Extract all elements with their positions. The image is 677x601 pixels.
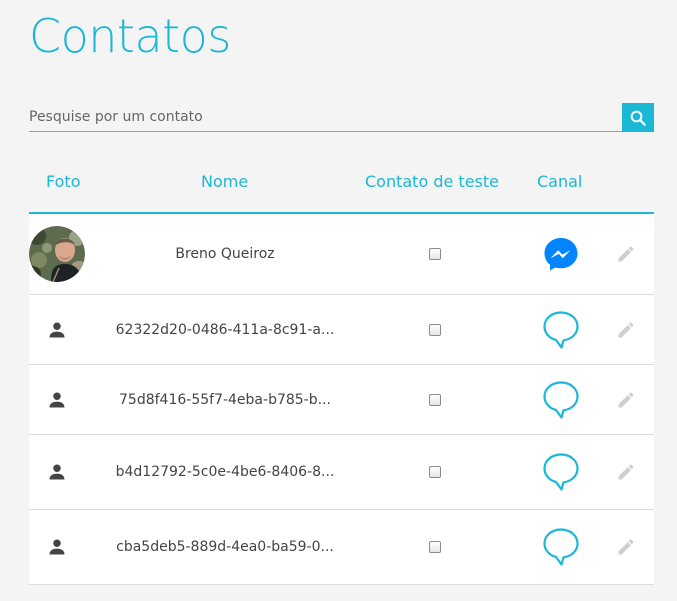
person-icon: [49, 392, 65, 407]
contact-name-cell: 62322d20-0486-411a-8c91-a...: [111, 295, 339, 364]
channel-cell: [541, 510, 581, 584]
chat-bubble-icon: [543, 528, 579, 566]
photo-cell: [29, 214, 85, 294]
test-contact-cell: [429, 365, 441, 434]
pencil-icon: [618, 464, 634, 480]
pencil-icon: [618, 391, 634, 407]
photo-cell: [29, 295, 85, 364]
edit-button[interactable]: [614, 365, 638, 434]
search-icon: [630, 110, 646, 126]
edit-button[interactable]: [614, 510, 638, 584]
table-header: Foto Nome Contato de teste Canal: [29, 160, 654, 214]
channel-cell: [541, 295, 581, 364]
photo-cell: [29, 510, 85, 584]
column-header-test-contact: Contato de teste: [365, 172, 499, 191]
channel-cell: [541, 435, 581, 509]
contact-name: cba5deb5-889d-4ea0-ba59-0...: [116, 539, 334, 555]
chat-bubble-icon: [543, 310, 579, 349]
avatar: [29, 226, 85, 282]
edit-button[interactable]: [614, 295, 638, 364]
edit-button[interactable]: [614, 214, 638, 294]
table-row[interactable]: cba5deb5-889d-4ea0-ba59-0...: [29, 510, 654, 585]
contact-name-cell: 75d8f416-55f7-4eba-b785-b...: [111, 365, 339, 434]
test-contact-checkbox[interactable]: [429, 541, 441, 553]
chat-bubble-icon: [543, 453, 579, 491]
photo-cell: [29, 435, 85, 509]
table-row[interactable]: Breno Queiroz: [29, 214, 654, 295]
page-title: Contatos: [29, 9, 231, 63]
contact-name: 62322d20-0486-411a-8c91-a...: [115, 321, 335, 338]
test-contact-checkbox[interactable]: [429, 248, 441, 260]
pencil-icon: [618, 321, 634, 337]
test-contact-checkbox[interactable]: [429, 323, 441, 336]
photo-cell: [29, 365, 85, 434]
edit-button[interactable]: [614, 435, 638, 509]
column-header-channel: Canal: [537, 172, 583, 191]
search-button[interactable]: [622, 103, 654, 132]
column-header-photo: Foto: [46, 172, 81, 191]
person-icon: [49, 322, 65, 337]
table-row[interactable]: 75d8f416-55f7-4eba-b785-b...: [29, 365, 654, 435]
channel-cell: [541, 365, 581, 434]
table-row[interactable]: b4d12792-5c0e-4be6-8406-8...: [29, 435, 654, 510]
test-contact-cell: [429, 435, 441, 509]
person-icon: [49, 539, 65, 555]
test-contact-cell: [429, 510, 441, 584]
chat-bubble-icon: [543, 380, 579, 419]
test-contact-checkbox[interactable]: [429, 393, 441, 406]
contacts-table: Breno Queiroz 62322d20-0486-411a-8c91-a.: [29, 214, 654, 585]
person-icon: [49, 464, 65, 480]
avatar-photo: [29, 226, 85, 282]
contact-name-cell: cba5deb5-889d-4ea0-ba59-0...: [111, 510, 339, 584]
contact-name: b4d12792-5c0e-4be6-8406-8...: [115, 464, 335, 480]
test-contact-cell: [429, 214, 441, 294]
contact-name-cell: b4d12792-5c0e-4be6-8406-8...: [111, 435, 339, 509]
search-input[interactable]: [29, 103, 622, 132]
contact-name: 75d8f416-55f7-4eba-b785-b...: [119, 391, 331, 408]
contact-name: Breno Queiroz: [175, 246, 275, 262]
pencil-icon: [618, 539, 634, 555]
table-row[interactable]: 62322d20-0486-411a-8c91-a...: [29, 295, 654, 365]
contact-name-cell: Breno Queiroz: [111, 214, 339, 294]
test-contact-cell: [429, 295, 441, 364]
search-bar: [29, 103, 654, 133]
pencil-icon: [618, 246, 634, 262]
column-header-name: Nome: [201, 172, 249, 191]
channel-cell: [541, 214, 581, 294]
test-contact-checkbox[interactable]: [429, 466, 441, 478]
messenger-icon: [544, 238, 578, 271]
